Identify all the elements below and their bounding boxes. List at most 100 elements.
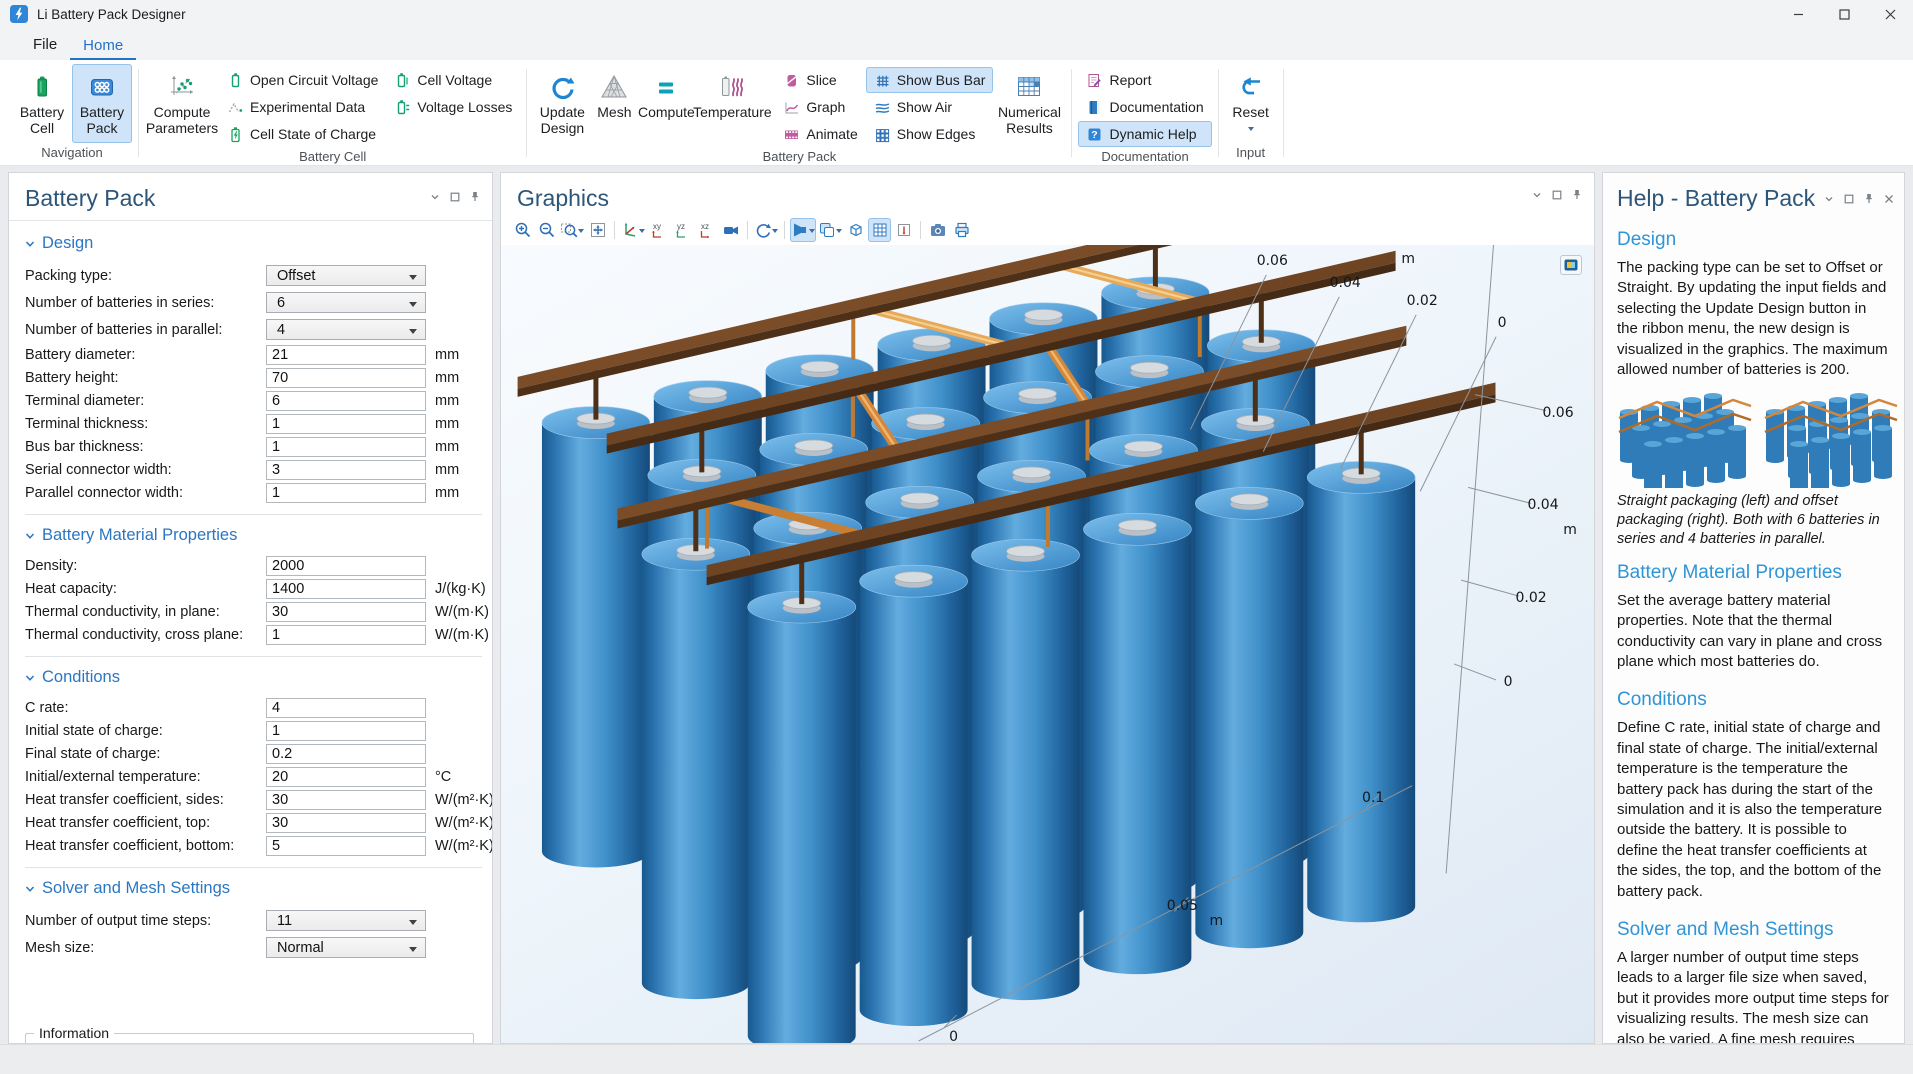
show-air-button[interactable]: Show Air: [866, 94, 994, 120]
float-panel-icon[interactable]: [450, 192, 460, 202]
mesh-size-select[interactable]: Normal: [266, 937, 426, 958]
chevron-down-icon: [25, 239, 35, 249]
float-panel-icon[interactable]: [1552, 190, 1562, 200]
show-grid-icon[interactable]: [868, 218, 891, 242]
section-header-battery-material-properties[interactable]: Battery Material Properties: [25, 521, 482, 554]
dynamic-help-button[interactable]: ? Dynamic Help: [1078, 121, 1211, 147]
float-panel-icon[interactable]: [1844, 194, 1854, 204]
axis-orientation-icon[interactable]: [892, 218, 915, 242]
cell-state-of-charge-button[interactable]: Cell State of Charge: [219, 121, 386, 147]
transparency-icon[interactable]: [817, 218, 843, 242]
density-input[interactable]: 2000: [266, 556, 426, 576]
pin-icon[interactable]: [1572, 189, 1582, 200]
serial-connector-width-input[interactable]: 3: [266, 460, 426, 480]
environment-icon[interactable]: [844, 218, 867, 242]
animate-button[interactable]: Animate: [775, 121, 865, 147]
rotate-icon[interactable]: [753, 218, 779, 242]
print-icon[interactable]: [950, 218, 973, 242]
field-row-number-of-batteries-in-parallel: Number of batteries in parallel:4: [25, 316, 482, 343]
report-button[interactable]: Report: [1078, 67, 1211, 93]
battery-pack-button[interactable]: Battery Pack: [72, 64, 132, 143]
graph-button[interactable]: Graph: [775, 94, 865, 120]
rotate-dropdown-icon[interactable]: [772, 229, 778, 236]
chevron-down-icon[interactable]: [430, 192, 440, 202]
image-snapshot-icon[interactable]: [926, 218, 949, 242]
axis-tick-label: 0: [949, 1029, 958, 1043]
pin-icon[interactable]: [470, 191, 480, 202]
go-to-default-view-icon[interactable]: [620, 218, 646, 242]
view-yz-icon[interactable]: yz: [671, 218, 694, 242]
battery-cell-button[interactable]: Battery Cell: [12, 64, 72, 143]
heat-capacity-input[interactable]: 1400: [266, 579, 426, 599]
plot-button[interactable]: [1560, 255, 1582, 275]
zoom-box-icon[interactable]: [559, 218, 585, 242]
chevron-down-icon[interactable]: [1824, 194, 1834, 204]
minimize-button[interactable]: [1775, 0, 1821, 28]
zoom-out-icon[interactable]: [535, 218, 558, 242]
heat-transfer-coefficient-top-input[interactable]: 30: [266, 813, 426, 833]
close-button[interactable]: [1867, 0, 1913, 28]
reset-button[interactable]: Reset: [1225, 64, 1277, 143]
voltage-losses-button[interactable]: Voltage Losses: [386, 94, 520, 120]
numerical-results-button[interactable]: Numerical Results: [993, 64, 1065, 147]
number-of-batteries-in-parallel-select[interactable]: 4: [266, 319, 426, 340]
help-figure: [1617, 388, 1890, 488]
experimental-data-button[interactable]: Experimental Data: [219, 94, 386, 120]
battery-diameter-input[interactable]: 21: [266, 345, 426, 365]
cell-voltage-button[interactable]: Cell Voltage: [386, 67, 520, 93]
pin-icon[interactable]: [1864, 193, 1874, 204]
show-bus-bar-button[interactable]: Show Bus Bar: [866, 67, 994, 93]
number-of-output-time-steps-select[interactable]: 11: [266, 910, 426, 931]
temperature-button[interactable]: Temperature: [695, 64, 769, 147]
view-xz-icon[interactable]: xz: [695, 218, 718, 242]
zoom-extents-icon[interactable]: [586, 218, 609, 242]
field-label-heat-transfer-coefficient-top: Heat transfer coefficient, top:: [25, 815, 266, 831]
reset-dropdown-icon[interactable]: [1248, 127, 1254, 134]
view-camera-icon[interactable]: [719, 218, 742, 242]
ribbon-divider: [526, 69, 527, 157]
final-state-of-charge-input[interactable]: 0.2: [266, 744, 426, 764]
slice-button[interactable]: Slice: [775, 67, 865, 93]
c-rate-input[interactable]: 4: [266, 698, 426, 718]
mesh-button[interactable]: Mesh: [591, 64, 637, 147]
bus-bar-thickness-input[interactable]: 1: [266, 437, 426, 457]
zoom-in-icon[interactable]: [511, 218, 534, 242]
battery-height-input[interactable]: 70: [266, 368, 426, 388]
heat-transfer-coefficient-bottom-input[interactable]: 5: [266, 836, 426, 856]
section-header-design[interactable]: Design: [25, 229, 482, 262]
tab-file[interactable]: File: [20, 30, 70, 60]
window-title: Li Battery Pack Designer: [37, 7, 186, 22]
app-logo-icon: [10, 5, 28, 23]
numerical-results-label: Numerical Results: [993, 105, 1065, 136]
packing-type-select[interactable]: Offset: [266, 265, 426, 286]
parallel-connector-width-input[interactable]: 1: [266, 483, 426, 503]
terminal-thickness-input[interactable]: 1: [266, 414, 426, 434]
scene-light-dropdown-icon[interactable]: [809, 229, 815, 236]
close-icon[interactable]: [1884, 194, 1894, 204]
tab-home[interactable]: Home: [70, 31, 136, 61]
documentation-button[interactable]: Documentation: [1078, 94, 1211, 120]
update-design-button[interactable]: Update Design: [533, 64, 591, 147]
chevron-down-icon[interactable]: [1532, 190, 1542, 200]
view-dropdown-icon[interactable]: [639, 229, 645, 236]
view-xy-icon[interactable]: xy: [647, 218, 670, 242]
field-label-packing-type: Packing type:: [25, 268, 266, 284]
heat-transfer-coefficient-sides-input[interactable]: 30: [266, 790, 426, 810]
section-header-conditions[interactable]: Conditions: [25, 663, 482, 696]
number-of-batteries-in-series-select[interactable]: 6: [266, 292, 426, 313]
terminal-diameter-input[interactable]: 6: [266, 391, 426, 411]
maximize-button[interactable]: [1821, 0, 1867, 28]
initial-external-temperature-input[interactable]: 20: [266, 767, 426, 787]
zoom-box-dropdown-icon[interactable]: [578, 229, 584, 236]
thermal-conductivity-cross-plane-input[interactable]: 1: [266, 625, 426, 645]
show-edges-button[interactable]: Show Edges: [866, 121, 994, 147]
thermal-conductivity-in-plane-input[interactable]: 30: [266, 602, 426, 622]
open-circuit-voltage-button[interactable]: Open Circuit Voltage: [219, 67, 386, 93]
compute-button[interactable]: Compute: [637, 64, 695, 147]
scene-light-icon[interactable]: [790, 218, 816, 242]
graphics-view[interactable]: 0.060.040.02m00.060.04m0.0200.10.05m0: [501, 245, 1594, 1043]
compute-parameters-button[interactable]: Compute Parameters: [145, 64, 219, 147]
transparency-dropdown-icon[interactable]: [836, 229, 842, 236]
section-header-solver-and-mesh-settings[interactable]: Solver and Mesh Settings: [25, 874, 482, 907]
initial-state-of-charge-input[interactable]: 1: [266, 721, 426, 741]
